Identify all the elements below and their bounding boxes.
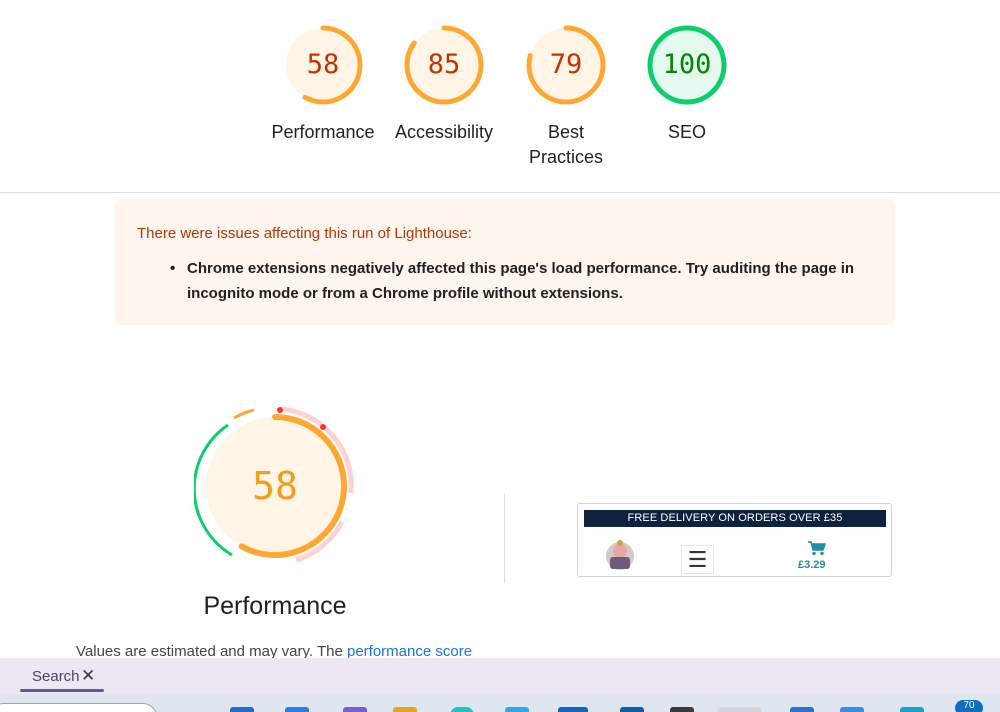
taskbar: 70 [0,694,1000,712]
taskbar-app-icon[interactable] [285,707,309,712]
taskbar-app-icon[interactable] [558,707,588,712]
taskbar-app-icon[interactable] [343,707,367,712]
taskbar-app-icon[interactable] [840,707,864,712]
final-screenshot[interactable]: FREE DELIVERY ON ORDERS OVER £35 ☰ £3.29 [577,503,892,577]
performance-title: Performance [203,592,347,620]
taskbar-app-icon[interactable] [790,707,814,712]
vertical-divider [504,494,505,583]
cart-icon [808,541,827,556]
notification-badge: 70 [955,700,983,712]
gauge-score: 85 [427,49,461,80]
warning-title: There were issues affecting this run of … [137,225,472,242]
gauge-label: Performance [271,122,375,142]
taskbar-app-icon[interactable] [230,707,254,712]
gauge-label: SEO [667,122,706,142]
gauge-score: 58 [306,49,340,80]
search-tab-label[interactable]: Search [32,668,80,685]
section-divider [0,192,1000,193]
gauge-label: Accessibility [394,122,494,142]
cart-price: £3.29 [798,559,826,571]
active-tab-indicator [20,689,104,692]
score-gauges: 58 Performance 85 Accessibility 79 Best … [0,22,1000,182]
gauge-score: 79 [549,49,583,80]
close-icon[interactable]: ✕ [81,666,95,686]
taskbar-app-icon[interactable] [620,707,644,712]
taskbar-app-icon[interactable] [900,707,924,712]
taskbar-app-icon[interactable] [450,707,474,712]
lighthouse-warnings: There were issues affecting this run of … [115,199,895,325]
search-tab-bar: Search ✕ [0,658,1000,694]
gauge-seo[interactable]: 100 SEO [626,22,748,145]
gauge-score: 100 [662,49,712,80]
taskbar-chrome-icon[interactable] [717,707,761,712]
taskbar-app-icon[interactable] [670,707,694,712]
gauge-accessibility[interactable]: 85 Accessibility [383,22,505,145]
warning-item-text: Chrome extensions negatively affected th… [187,260,855,302]
delivery-banner: FREE DELIVERY ON ORDERS OVER £35 [584,510,886,527]
hamburger-menu-icon: ☰ [681,545,714,574]
gauge-label: Best Practices [528,122,604,167]
taskbar-search-box[interactable] [0,703,157,712]
shop-logo-icon [606,540,634,570]
taskbar-app-icon[interactable] [505,707,529,712]
gauge-best-practices[interactable]: 79 Best Practices [505,22,627,170]
bullet-icon: • [170,260,176,277]
taskbar-app-icon[interactable] [393,707,417,712]
warning-item: • Chrome extensions negatively affected … [170,256,877,306]
gauge-performance[interactable]: 58 Performance [262,22,384,145]
performance-score: 58 [252,464,298,508]
